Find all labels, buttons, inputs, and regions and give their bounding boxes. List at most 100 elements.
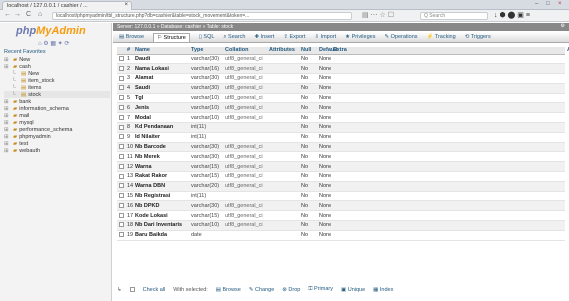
address-bar[interactable]: localhost/phpmyadmin/tbl_structure.php?d…	[52, 12, 352, 20]
bulk-index-button[interactable]: ▦ Index	[373, 287, 393, 293]
column-name[interactable]: Tgl	[133, 93, 189, 104]
row-checkbox[interactable]	[119, 163, 124, 169]
column-name[interactable]: Warna DBN	[133, 181, 189, 192]
column-name[interactable]: Alamat	[133, 73, 189, 84]
column-name[interactable]: Saudi	[133, 83, 189, 94]
page-actions-icons[interactable]: ▤ ⋯ ☆ ☐	[362, 11, 394, 19]
column-name[interactable]: Daudi	[133, 54, 189, 65]
tree-item[interactable]: └ ▤ items	[4, 84, 110, 91]
expand-icon[interactable]: └	[12, 71, 19, 77]
tree-item[interactable]: └ ▤ New	[4, 70, 110, 77]
forward-icon[interactable]: →	[14, 11, 21, 18]
expand-icon[interactable]: └	[12, 85, 19, 91]
tree-item[interactable]: ⊞ ▰ mysql	[4, 119, 110, 126]
row-checkbox[interactable]	[119, 95, 124, 101]
bulk-primary-button[interactable]: ⚿ Primary	[308, 286, 333, 293]
column-name[interactable]: Id Nilaiter	[133, 132, 189, 143]
phpmyadmin-logo[interactable]: phpMyAdmin	[16, 25, 86, 37]
expand-icon[interactable]: └	[12, 92, 19, 98]
tab-item[interactable]: ✎ Operations	[384, 34, 417, 40]
row-checkbox[interactable]	[119, 114, 124, 120]
row-checkbox[interactable]	[119, 153, 124, 159]
bulk-drop-button[interactable]: ⊗ Drop	[282, 287, 300, 293]
tree-item[interactable]: ⊞ ▰ mail	[4, 112, 110, 119]
quick-nav-icons[interactable]: ⌂ ⚙ ▦ ✦ ⟳	[38, 40, 69, 47]
row-checkbox[interactable]	[119, 202, 124, 208]
tab-item[interactable]: ⚐ Structure	[153, 32, 190, 42]
column-name[interactable]: Nb Barcode	[133, 142, 189, 153]
column-name[interactable]: Rakat Rakor	[133, 171, 189, 182]
tab-item[interactable]: ⇪ Export	[283, 34, 305, 40]
extension-icons[interactable]: ↓ ⬢ ⬤ ▣ ≡	[494, 11, 530, 19]
row-checkbox[interactable]	[119, 124, 124, 130]
tree-item[interactable]: ⊞ ▰ cash	[4, 63, 110, 70]
expand-icon[interactable]: ⊞	[4, 99, 11, 105]
column-name[interactable]: Nb Registrasi	[133, 191, 189, 202]
check-all-link[interactable]: Check all	[143, 287, 166, 293]
recent-favorites-tabs[interactable]: Recent Favorites	[4, 49, 46, 55]
expand-icon[interactable]: ⊞	[4, 120, 11, 126]
tree-item[interactable]: ⊞ ▰ bank	[4, 98, 110, 105]
expand-icon[interactable]: ⊞	[4, 134, 11, 140]
column-name[interactable]: Jenis	[133, 102, 189, 114]
row-checkbox[interactable]	[119, 134, 124, 140]
tab-item[interactable]: ✚ Insert	[254, 34, 274, 40]
column-name[interactable]: Baru Baikda	[133, 230, 189, 241]
expand-icon[interactable]: ⊞	[4, 64, 11, 70]
row-checkbox[interactable]	[119, 104, 124, 110]
column-name[interactable]: Nama Lokasi	[133, 63, 189, 75]
gear-icon[interactable]: ⚙	[561, 23, 565, 29]
row-checkbox[interactable]	[119, 183, 124, 189]
row-checkbox[interactable]	[119, 85, 124, 91]
tab-item[interactable]: ▤ Browse	[119, 34, 144, 40]
maximize-icon[interactable]: □	[546, 1, 550, 7]
tab-item[interactable]: ⌕ Search	[223, 34, 245, 41]
tab-item[interactable]: ⇩ Import	[314, 34, 336, 40]
row-checkbox[interactable]	[119, 193, 124, 199]
row-checkbox[interactable]	[119, 173, 124, 179]
expand-icon[interactable]: ⊞	[4, 141, 11, 147]
row-checkbox[interactable]	[119, 55, 124, 61]
back-icon[interactable]: ←	[4, 11, 11, 18]
bulk-browse-button[interactable]: ▤ Browse	[216, 287, 241, 293]
expand-icon[interactable]: ⊞	[4, 113, 11, 119]
breadcrumb-path[interactable]: Server: 127.0.0.1 » Database: cashier » …	[117, 24, 233, 30]
expand-icon[interactable]: ⊞	[4, 148, 11, 154]
tab-item[interactable]: ⚡ Tracking	[427, 34, 456, 40]
expand-icon[interactable]: ⊞	[4, 106, 11, 112]
browser-tab[interactable]: localhost / 127.0.0.1 / cashier / ... ×	[2, 1, 132, 10]
reload-icon[interactable]: C	[26, 11, 31, 18]
home-icon[interactable]: ⌂	[38, 11, 42, 18]
row-checkbox[interactable]	[119, 75, 124, 81]
column-name[interactable]: Nb Merek	[133, 151, 189, 163]
column-name[interactable]: Kode Lokasi	[133, 210, 189, 222]
column-name[interactable]: Modal	[133, 112, 189, 124]
column-name[interactable]: Nb Dari Inventaris	[133, 220, 189, 231]
browser-search-input[interactable]: Q Search	[420, 12, 488, 20]
tree-item[interactable]: ⊞ ▰ performance_schema	[4, 126, 110, 133]
tree-item[interactable]: ⊞ ▰ webauth	[4, 147, 110, 154]
bulk-change-button[interactable]: ✎ Change	[249, 287, 274, 293]
close-window-icon[interactable]: ×	[558, 1, 562, 7]
tree-item[interactable]: └ ▤ stock	[4, 91, 110, 98]
row-checkbox[interactable]	[119, 232, 124, 238]
tab-item[interactable]: ▯ SQL	[199, 34, 215, 40]
expand-icon[interactable]: ⊞	[4, 127, 11, 133]
check-all-checkbox[interactable]	[129, 287, 135, 292]
column-name[interactable]: Warna	[133, 161, 189, 173]
row-checkbox[interactable]	[119, 65, 124, 71]
tab-item[interactable]: ★ Privileges	[345, 34, 375, 40]
row-checkbox[interactable]	[119, 222, 124, 228]
close-tab-icon[interactable]: ×	[124, 2, 128, 8]
row-checkbox[interactable]	[119, 212, 124, 218]
tree-item[interactable]: ⊞ ▰ New	[4, 56, 110, 63]
row-checkbox[interactable]	[119, 144, 124, 150]
tab-item[interactable]: ⟲ Triggers	[465, 34, 491, 40]
bulk-unique-button[interactable]: ▣ Unique	[341, 287, 365, 293]
minimize-icon[interactable]: –	[535, 1, 538, 7]
column-name[interactable]: Nb DPKD	[133, 200, 189, 212]
tree-item[interactable]: └ ▤ item_stock	[4, 77, 110, 84]
tree-item[interactable]: ⊞ ▰ test	[4, 140, 110, 147]
tree-item[interactable]: ⊞ ▰ phpmyadmin	[4, 133, 110, 140]
tree-item[interactable]: ⊞ ▰ information_schema	[4, 105, 110, 112]
